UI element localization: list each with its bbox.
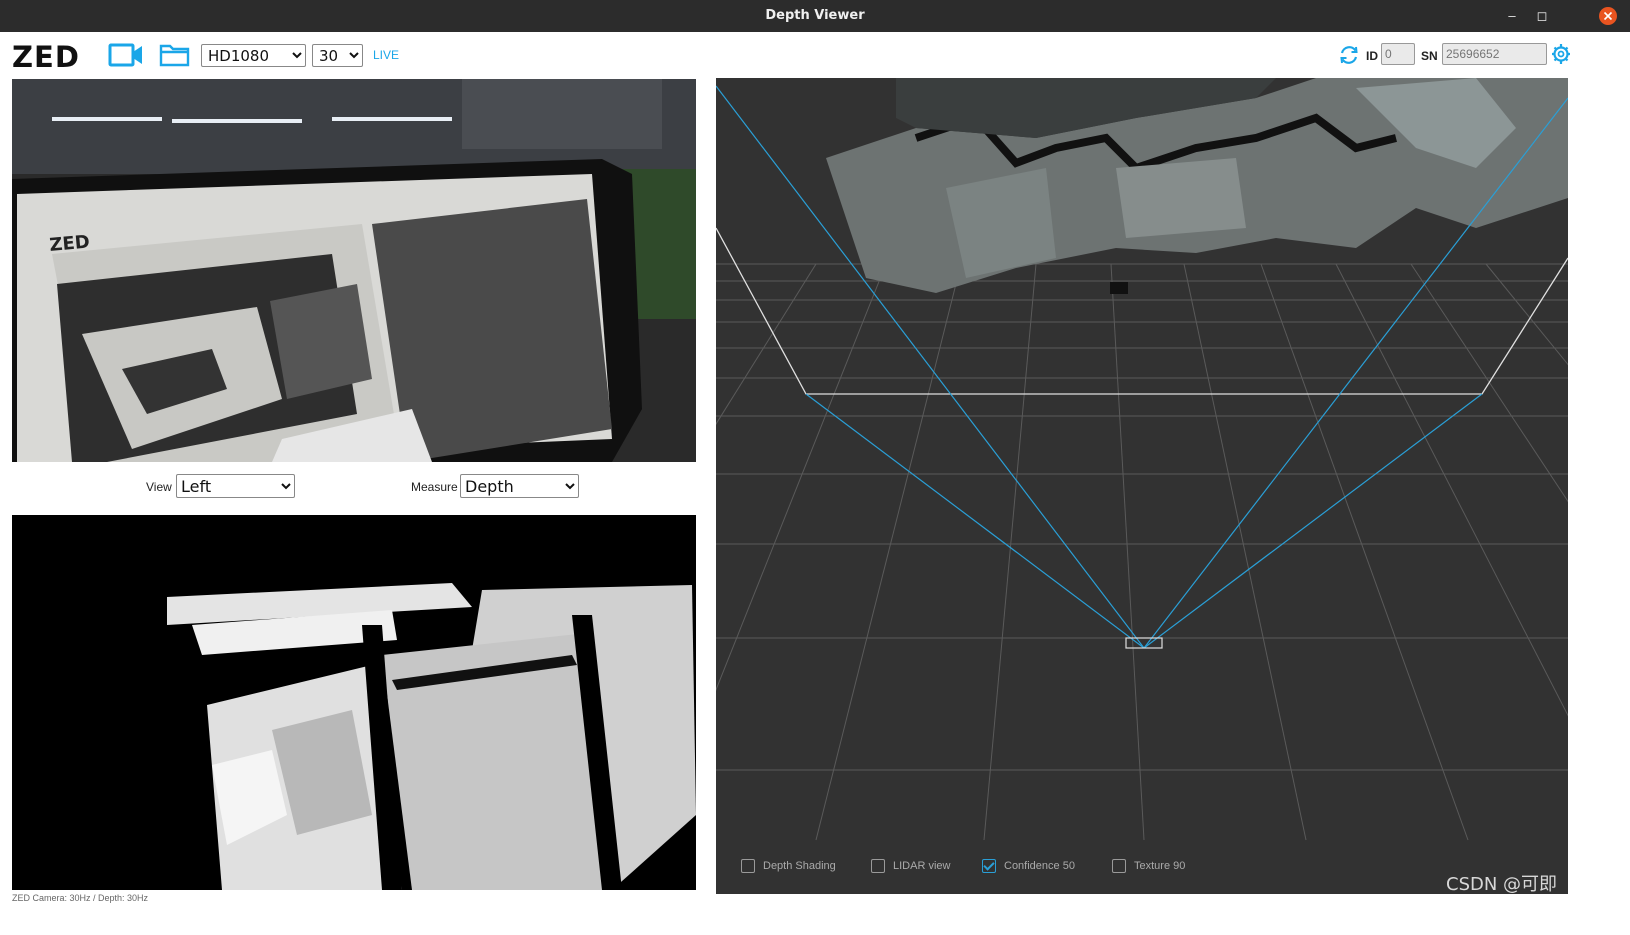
lidar-view-checkbox[interactable]: LIDAR view bbox=[871, 859, 950, 873]
refresh-icon[interactable] bbox=[1338, 44, 1360, 71]
checkbox-box-checked[interactable] bbox=[982, 859, 996, 873]
sn-label: SN bbox=[1421, 49, 1438, 63]
view-label: View bbox=[146, 480, 172, 494]
camera-image-view: ZED bbox=[12, 79, 696, 462]
measure-label: Measure bbox=[411, 480, 458, 494]
folder-icon[interactable] bbox=[159, 42, 191, 73]
status-text: ZED Camera: 30Hz / Depth: 30Hz bbox=[12, 893, 149, 903]
texture-checkbox[interactable]: Texture 90 bbox=[1112, 859, 1185, 873]
checkbox-label: Depth Shading bbox=[763, 860, 836, 872]
checkbox-box[interactable] bbox=[871, 859, 885, 873]
close-icon bbox=[1599, 7, 1617, 25]
gear-icon[interactable] bbox=[1550, 42, 1572, 71]
maximize-button[interactable]: ◻ bbox=[1532, 6, 1552, 26]
checkbox-label: LIDAR view bbox=[893, 860, 951, 872]
checkbox-box[interactable] bbox=[1112, 859, 1126, 873]
point-cloud-view[interactable]: Depth Shading LIDAR view Confidence 50 T… bbox=[716, 78, 1568, 894]
point-cloud-canvas bbox=[716, 78, 1568, 841]
checkbox-label: Confidence 50 bbox=[1004, 860, 1075, 872]
fps-select[interactable]: 30 bbox=[312, 44, 363, 67]
toolbar: ZED HD1080 30 LIVE ID SN bbox=[0, 32, 1630, 78]
depth-image bbox=[12, 515, 696, 890]
window-title: Depth Viewer bbox=[765, 8, 865, 23]
camera-image: ZED bbox=[12, 79, 696, 462]
live-indicator: LIVE bbox=[373, 48, 400, 62]
title-bar: Depth Viewer – ◻ bbox=[0, 0, 1630, 32]
svg-text:ZED: ZED bbox=[49, 232, 91, 256]
watermark: CSDN @可即 bbox=[1446, 874, 1558, 895]
zed-logo: ZED bbox=[12, 40, 80, 74]
sn-input[interactable] bbox=[1442, 43, 1547, 65]
depth-shading-checkbox[interactable]: Depth Shading bbox=[741, 859, 836, 873]
video-camera-icon[interactable] bbox=[108, 42, 144, 73]
checkbox-label: Texture 90 bbox=[1134, 860, 1186, 872]
depth-image-view bbox=[12, 515, 696, 890]
resolution-select[interactable]: HD1080 bbox=[201, 44, 306, 67]
id-label: ID bbox=[1366, 49, 1378, 63]
confidence-checkbox[interactable]: Confidence 50 bbox=[982, 859, 1075, 873]
id-input[interactable] bbox=[1381, 43, 1415, 65]
minimize-button[interactable]: – bbox=[1502, 6, 1522, 26]
view-select[interactable]: Left bbox=[176, 474, 295, 498]
measure-select[interactable]: Depth bbox=[460, 474, 579, 498]
close-button[interactable] bbox=[1598, 6, 1618, 26]
checkbox-box[interactable] bbox=[741, 859, 755, 873]
